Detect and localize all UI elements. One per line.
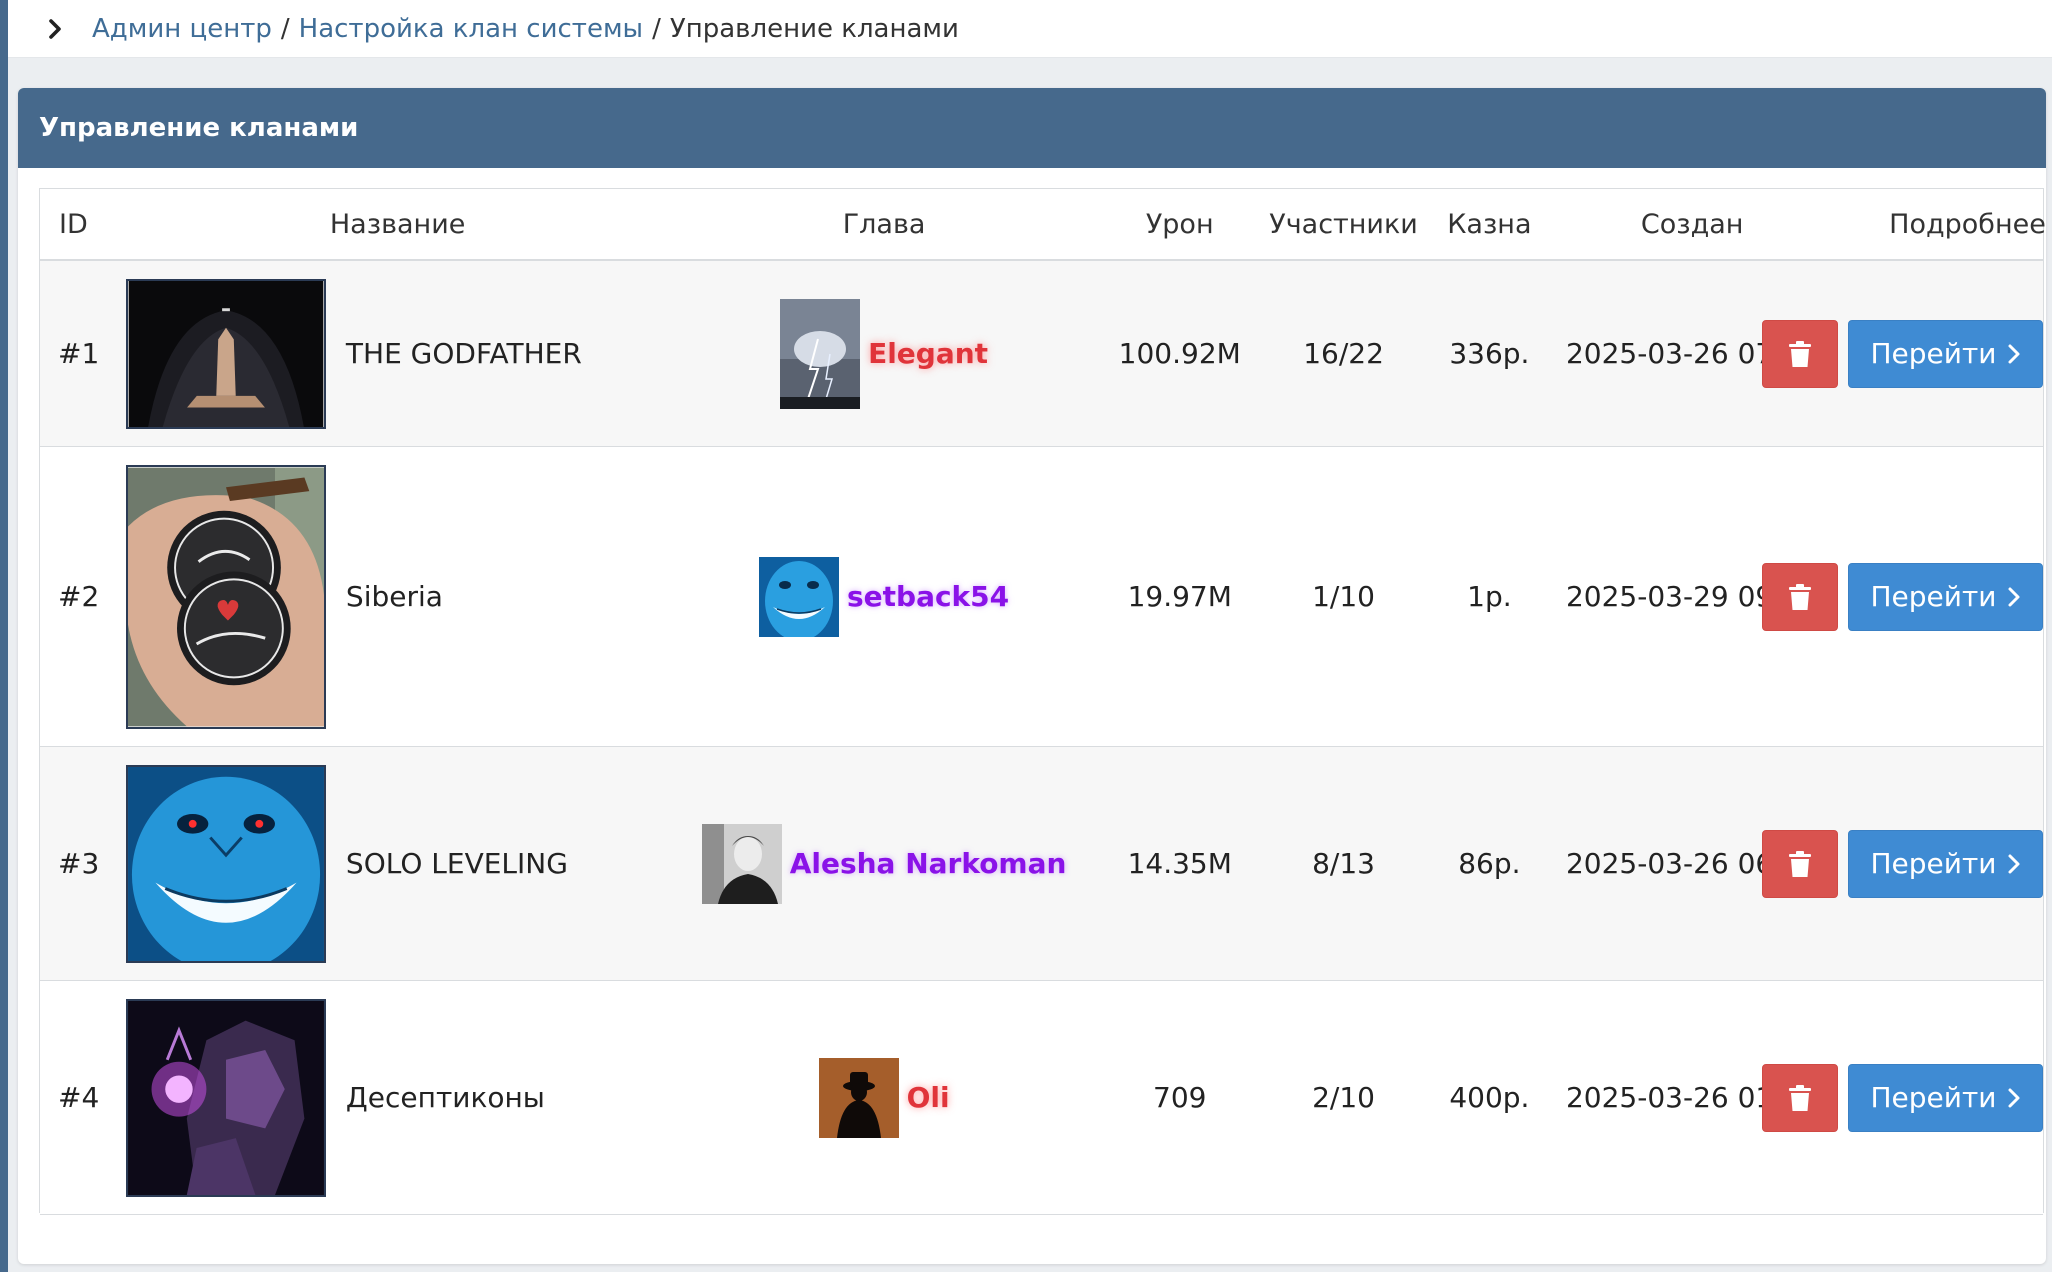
lightning-storm-image <box>780 298 861 409</box>
clan-members: 16/22 <box>1303 337 1384 370</box>
chevron-right-icon <box>2007 343 2021 365</box>
col-header-created: Создан <box>1640 208 1744 240</box>
go-button[interactable]: Перейти <box>1848 562 2043 631</box>
clan-id: #4 <box>58 1081 100 1114</box>
chevron-right-icon[interactable] <box>44 18 66 40</box>
col-header-damage: Урон <box>1145 208 1214 240</box>
clan-members: 2/10 <box>1312 1081 1375 1114</box>
breadcrumb-current: Управление кланами <box>669 13 959 44</box>
trash-icon <box>1789 340 1811 367</box>
table-header: ID Название Глава Урон Участники Казна С… <box>40 189 2046 261</box>
clan-damage: 709 <box>1153 1081 1207 1114</box>
clan-name: THE GODFATHER <box>345 337 582 370</box>
sidebar-edge <box>0 0 8 1272</box>
col-header-leader: Глава <box>842 208 926 240</box>
col-header-more: Подробнее <box>1889 208 2046 240</box>
table-row: #2 Siberia setback54 19.97M 1/10 1р. 202… <box>40 447 2043 747</box>
clans-panel: Управление кланами ID Название Глава Уро… <box>18 88 2046 1264</box>
col-header-members: Участники <box>1269 208 1418 240</box>
delete-button[interactable] <box>1762 829 1838 898</box>
go-button-label: Перейти <box>1870 847 1997 880</box>
leader-name[interactable]: Alesha Narkoman <box>790 847 1067 880</box>
clan-bank: 1р. <box>1467 580 1512 613</box>
blue-grin-image <box>125 764 326 963</box>
clan-id: #3 <box>58 847 100 880</box>
blue-grin-image <box>758 556 839 637</box>
chevron-right-icon <box>2007 586 2021 608</box>
go-button[interactable]: Перейти <box>1848 829 2043 898</box>
go-button[interactable]: Перейти <box>1848 319 2043 388</box>
breadcrumb-link-clan-settings[interactable]: Настройка клан системы <box>299 14 643 44</box>
table-row: #4 Десептиконы Oli 709 2/10 400р. 2025-0… <box>40 981 2043 1215</box>
trash-icon <box>1789 850 1811 877</box>
col-header-id: ID <box>59 208 88 240</box>
chevron-right-icon <box>2007 853 2021 875</box>
trash-icon <box>1789 1084 1811 1111</box>
clan-name: Десептиконы <box>345 1081 545 1114</box>
clan-name: Siberia <box>345 580 443 613</box>
breadcrumb: Админ центр / Настройка клан системы / У… <box>8 0 2052 58</box>
go-button[interactable]: Перейти <box>1848 1063 2043 1132</box>
leader-name[interactable]: setback54 <box>847 580 1009 613</box>
clan-damage: 100.92M <box>1118 337 1241 370</box>
clan-bank: 400р. <box>1449 1081 1530 1114</box>
go-button-label: Перейти <box>1870 580 1997 613</box>
breadcrumb-link-admin[interactable]: Админ центр <box>92 14 272 44</box>
clan-members: 8/13 <box>1312 847 1375 880</box>
clan-name: SOLO LEVELING <box>345 847 568 880</box>
breadcrumb-separator: / <box>652 13 661 44</box>
go-button-label: Перейти <box>1870 337 1997 370</box>
go-button-label: Перейти <box>1870 1081 1997 1114</box>
clan-damage: 14.35M <box>1127 847 1232 880</box>
panel-title: Управление кланами <box>18 88 2046 168</box>
breadcrumb-separator: / <box>280 13 290 44</box>
col-header-name: Название <box>329 208 466 240</box>
leader-name[interactable]: Elegant <box>868 337 988 370</box>
bw-portrait-image <box>701 823 782 904</box>
clan-damage: 19.97M <box>1127 580 1232 613</box>
clan-bank: 86р. <box>1458 847 1521 880</box>
praying-hands-image <box>125 278 326 429</box>
delete-button[interactable] <box>1762 1063 1838 1132</box>
delete-button[interactable] <box>1762 562 1838 631</box>
col-header-bank: Казна <box>1447 208 1532 240</box>
clans-table: ID Название Глава Урон Участники Казна С… <box>39 188 2046 1215</box>
table-row: #3 SOLO LEVELING Alesha Narkoman 14.35M … <box>40 747 2043 981</box>
coins-in-hand-image <box>125 464 326 729</box>
leader-name[interactable]: Oli <box>907 1081 950 1114</box>
clan-bank: 336р. <box>1449 337 1530 370</box>
clan-members: 1/10 <box>1312 580 1375 613</box>
clan-id: #2 <box>58 580 100 613</box>
silhouette-image <box>818 1057 899 1138</box>
table-row: #1 THE GODFATHER Elegant 100.92M 16/22 3… <box>40 261 2043 447</box>
delete-button[interactable] <box>1762 319 1838 388</box>
chevron-right-icon <box>2007 1087 2021 1109</box>
robot-image <box>125 998 326 1197</box>
clan-id: #1 <box>58 337 100 370</box>
trash-icon <box>1789 583 1811 610</box>
